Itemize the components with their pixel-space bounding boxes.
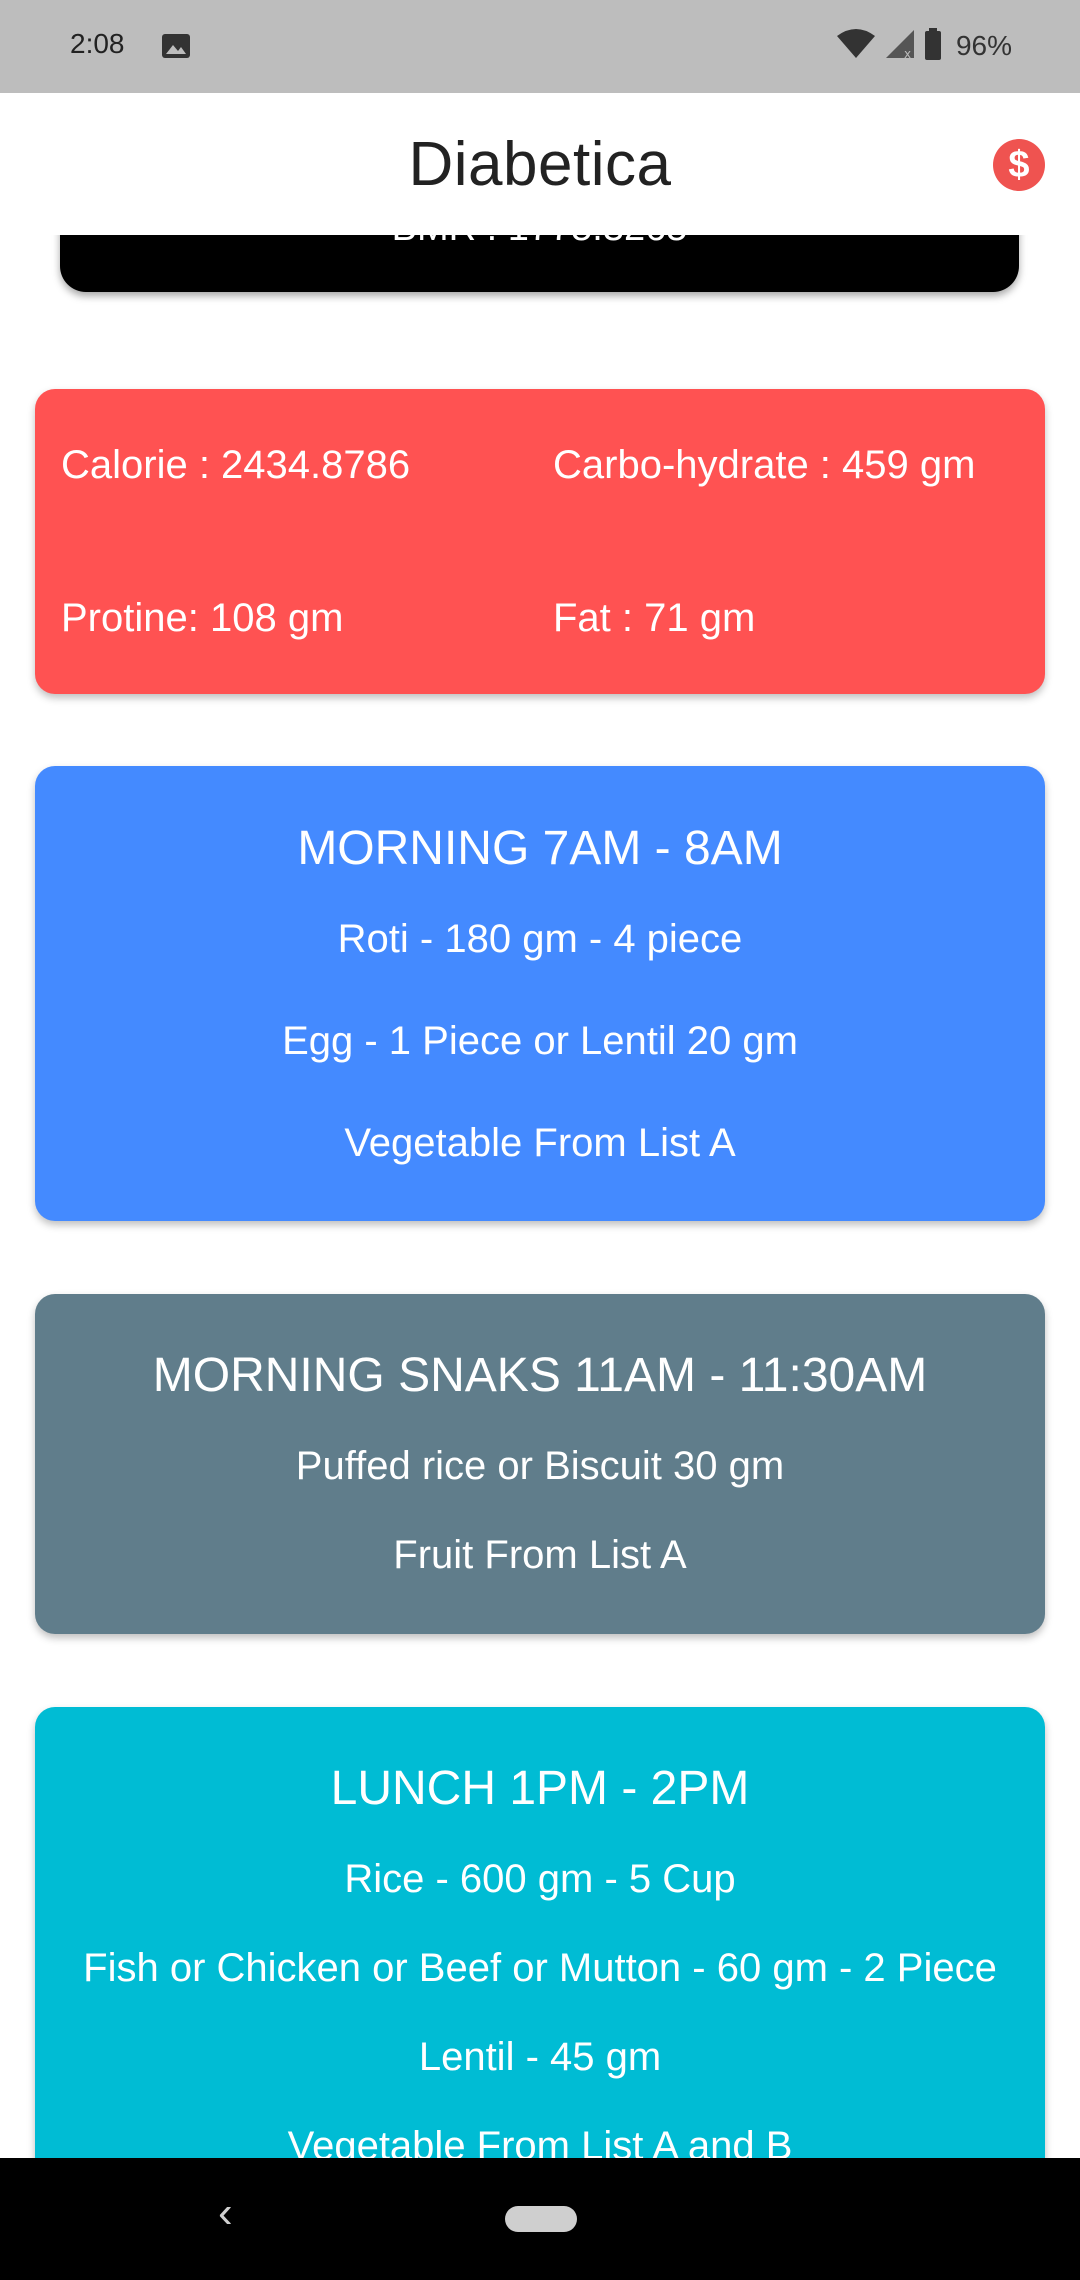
status-time: 2:08	[70, 28, 125, 59]
bmr-text: BMR : 1775.3265	[60, 235, 1019, 250]
wifi-icon	[836, 28, 876, 65]
snacks-meal-title: MORNING SNAKS 11AM - 11:30AM	[152, 1349, 928, 1402]
battery-percent: 96%	[955, 30, 1012, 61]
morning-meal-card: MORNING 7AM - 8AM Roti - 180 gm - 4 piec…	[35, 766, 1045, 1221]
dollar-symbol: $	[1008, 144, 1030, 186]
app-title: Diabetica	[408, 130, 672, 199]
fat-value: Fat : 71 gm	[553, 596, 756, 640]
meal-item: Puffed rice or Biscuit 30 gm	[295, 1444, 785, 1488]
meal-item: Lentil - 45 gm	[418, 2035, 662, 2079]
diet-plan-list[interactable]: BMR : 1775.3265 Calorie : 2434.8786 Carb…	[0, 235, 1080, 2158]
status-bar: 2:08 x 96%	[0, 0, 1080, 93]
carbohydrate-value: Carbo-hydrate : 459 gm	[553, 443, 976, 487]
svg-text:x: x	[904, 47, 911, 60]
back-icon[interactable]: ‹	[218, 2188, 233, 2238]
calorie-value: Calorie : 2434.8786	[61, 443, 411, 487]
meal-item: Egg - 1 Piece or Lentil 20 gm	[282, 1019, 798, 1063]
home-pill-icon[interactable]	[505, 2206, 577, 2232]
app-bar: Diabetica	[0, 93, 1080, 235]
dollar-icon[interactable]: $	[993, 139, 1045, 191]
meal-item: Roti - 180 gm - 4 piece	[337, 917, 743, 961]
lunch-card: LUNCH 1PM - 2PM Rice - 600 gm - 5 Cup Fi…	[35, 1707, 1045, 2158]
image-icon	[161, 33, 191, 59]
protein-value: Protine: 108 gm	[61, 596, 344, 640]
meal-item: Vegetable From List A	[344, 1121, 736, 1165]
navigation-bar: ‹	[0, 2158, 1080, 2280]
lunch-meal-title: LUNCH 1PM - 2PM	[330, 1762, 750, 1815]
morning-meal-title: MORNING 7AM - 8AM	[297, 822, 783, 875]
meal-item: Vegetable From List A and B	[287, 2124, 793, 2158]
meal-item: Rice - 600 gm - 5 Cup	[344, 1857, 736, 1901]
nutrition-card: Calorie : 2434.8786 Carbo-hydrate : 459 …	[35, 389, 1045, 694]
morning-snacks-card: MORNING SNAKS 11AM - 11:30AM Puffed rice…	[35, 1294, 1045, 1634]
bmr-card: BMR : 1775.3265	[60, 235, 1019, 292]
status-icons: x 96%	[836, 26, 1012, 66]
meal-item: Fish or Chicken or Beef or Mutton - 60 g…	[83, 1946, 997, 1990]
cell-signal-icon: x	[884, 28, 916, 65]
battery-icon	[924, 27, 942, 65]
meal-item: Fruit From List A	[393, 1533, 687, 1577]
